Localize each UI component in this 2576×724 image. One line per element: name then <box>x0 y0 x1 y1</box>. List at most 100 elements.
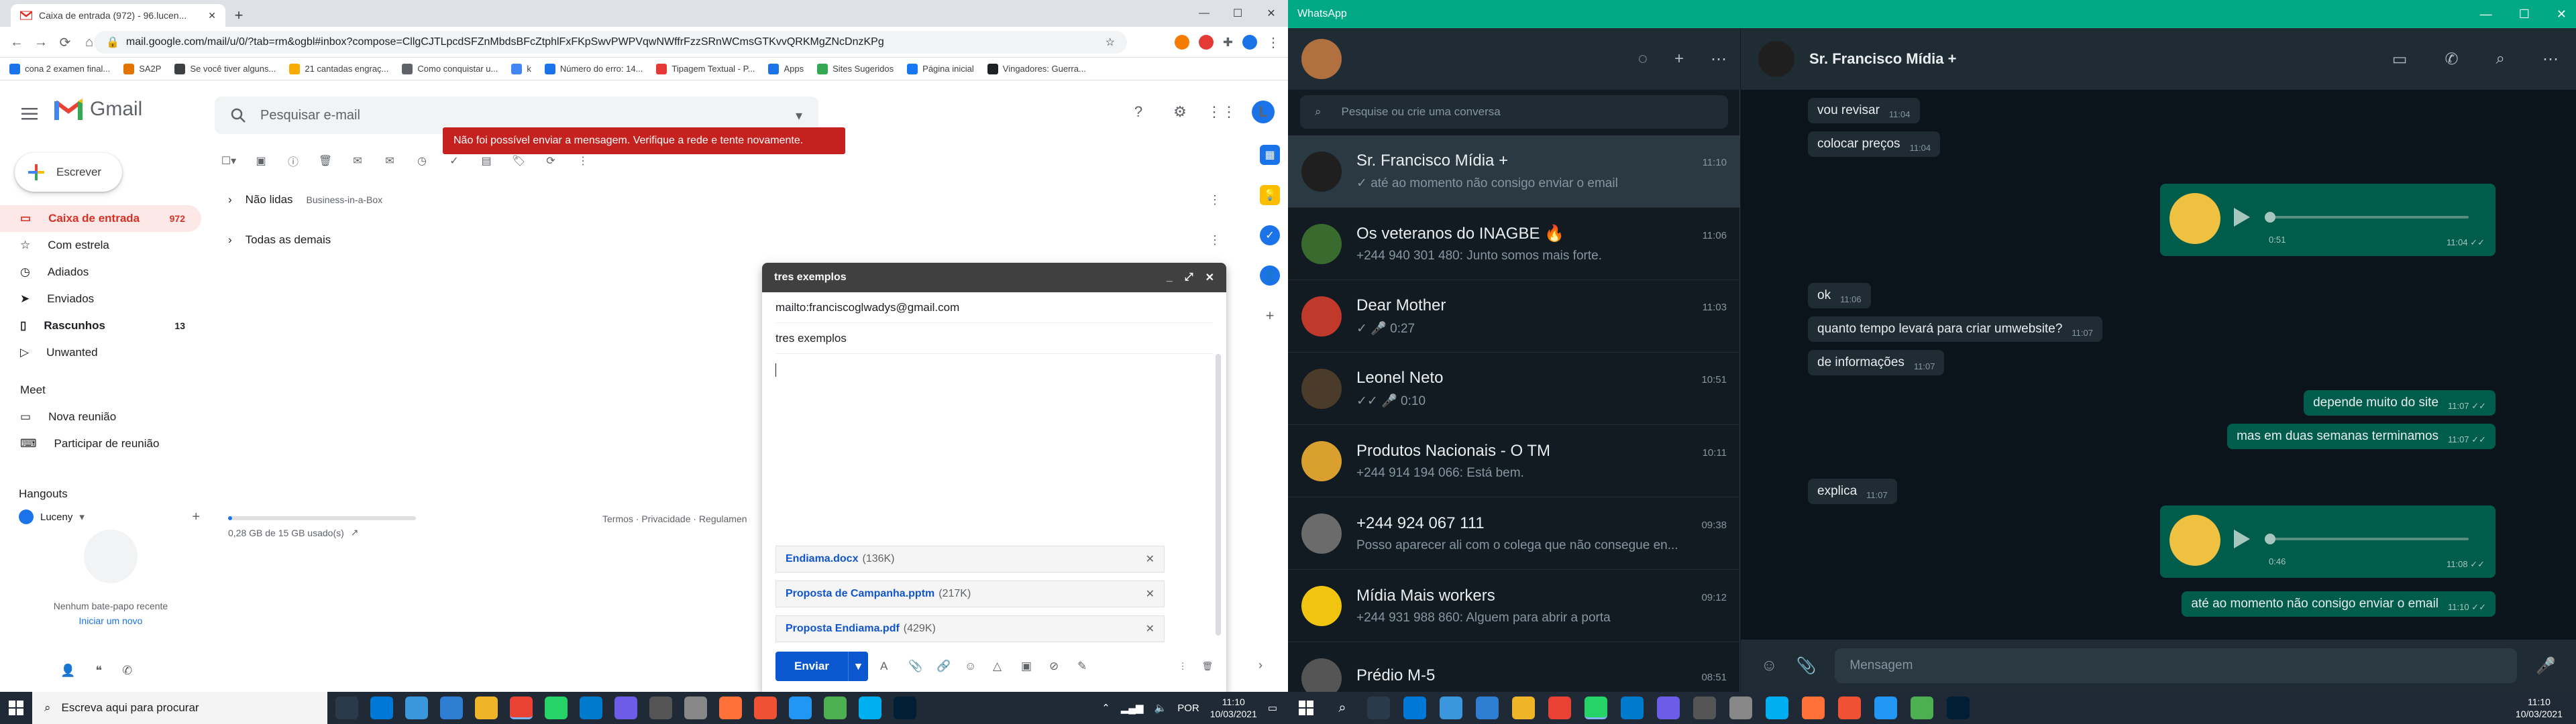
quote-icon[interactable]: ❝ <box>95 664 102 678</box>
my-avatar[interactable] <box>1301 39 1342 79</box>
close-window-icon[interactable]: ✕ <box>2557 7 2567 21</box>
play-icon[interactable] <box>2234 530 2250 548</box>
attachment-chip[interactable]: Endiama.docx (136K) ✕ <box>775 546 1165 572</box>
app-icon[interactable] <box>824 697 847 719</box>
contact-avatar[interactable] <box>1758 41 1794 77</box>
emoji-icon[interactable]: ☺ <box>965 660 981 673</box>
compose-header[interactable]: tres exemplos _ ⤢ ✕ <box>762 263 1226 292</box>
minimize-icon[interactable]: — <box>1187 7 1221 19</box>
search-icon[interactable] <box>231 108 246 123</box>
help-icon[interactable]: ? <box>1127 101 1150 123</box>
section-others[interactable]: › Todas as demais ⋮ <box>228 227 1221 253</box>
folder-item[interactable]: ➤ Enviados <box>0 286 201 312</box>
new-meeting-item[interactable]: ▭ Nova reunião <box>0 404 201 430</box>
attachment-chip[interactable]: Proposta Endiama.pdf (429K) ✕ <box>775 615 1165 642</box>
section-more-icon[interactable]: ⋮ <box>1209 233 1221 247</box>
tray-arrow-icon[interactable]: ⌃ <box>1102 702 1110 714</box>
search-options-icon[interactable]: ▾ <box>796 107 802 124</box>
bookmark-item[interactable]: Apps <box>768 63 804 74</box>
language-indicator[interactable]: POR <box>1177 703 1199 714</box>
voice-track[interactable] <box>2267 538 2469 540</box>
more-options-icon[interactable]: ⋮ <box>1178 661 1187 672</box>
chat-item[interactable]: Leonel Neto 10:51 ✓✓ 🎤 0:10 <box>1288 353 1740 425</box>
search-icon[interactable]: ⌕ <box>2496 50 2505 68</box>
chat-item[interactable]: Produtos Nacionais - O TM 10:11 +244 914 1… <box>1288 425 1740 497</box>
extension-icon[interactable] <box>1198 35 1214 50</box>
photo-icon[interactable]: ▣ <box>1021 660 1037 673</box>
account-avatar[interactable]: L <box>1252 101 1275 123</box>
select-checkbox-icon[interactable]: ☐▾ <box>221 154 236 168</box>
bookmark-item[interactable]: Vingadores: Guerra... <box>987 63 1086 74</box>
gmail-logo[interactable]: Gmail <box>54 98 142 121</box>
chrome-icon[interactable] <box>510 697 533 719</box>
puzzle-icon[interactable]: ✚ <box>1223 36 1233 50</box>
network-icon[interactable]: ▂▄▆ <box>1121 702 1144 714</box>
contacts-icon[interactable]: 👤 <box>1260 265 1280 286</box>
mark-unread-icon[interactable]: ✉ <box>382 154 397 168</box>
taskbar-clock[interactable]: 11:10 10/03/2021 <box>1210 696 1257 720</box>
chat-item[interactable]: Mídia Mais workers 09:12 +244 931 988 860:… <box>1288 570 1740 642</box>
attach-icon[interactable]: 📎 <box>1796 656 1817 676</box>
voice-call-icon[interactable]: ✆ <box>2445 50 2458 69</box>
formatting-icon[interactable]: A <box>880 660 896 673</box>
message-body[interactable] <box>775 363 1213 528</box>
search-icon[interactable]: ⌕ <box>1331 701 1354 716</box>
section-unread[interactable]: › Não lidas Business-in-a-Box ⋮ <box>228 186 1221 213</box>
back-icon[interactable]: ← <box>5 31 28 54</box>
photoshop-icon[interactable] <box>1947 697 1970 719</box>
add-task-icon[interactable]: ✓ <box>447 154 462 168</box>
attachment-name[interactable]: Proposta de Campanha.pptm <box>786 588 934 600</box>
voice-track[interactable] <box>2267 216 2469 219</box>
hangouts-user[interactable]: Luceny ▾ + <box>19 505 200 528</box>
app-icon[interactable] <box>684 697 707 719</box>
browser-tab[interactable]: Caixa de entrada (972) - 96.lucen... ✕ <box>11 4 225 27</box>
add-chat-icon[interactable]: + <box>192 509 200 525</box>
volume-icon[interactable]: 🔈 <box>1155 702 1167 714</box>
bookmark-item[interactable]: cona 2 examen final... <box>9 63 110 74</box>
discard-draft-icon[interactable]: 🗑 <box>1201 661 1213 672</box>
bookmark-item[interactable]: 21 cantadas engraç... <box>289 63 388 74</box>
url-box[interactable]: 🔒 mail.google.com/mail/u/0/?tab=rm&ogbl#… <box>94 31 1127 54</box>
bookmark-item[interactable]: Sites Sugeridos <box>817 63 894 74</box>
edge-icon[interactable] <box>370 697 393 719</box>
bookmark-item[interactable]: Página inicial <box>907 63 974 74</box>
windows-start-icon[interactable] <box>5 697 27 719</box>
app-icon[interactable] <box>1657 697 1680 719</box>
main-menu-icon[interactable] <box>16 101 43 127</box>
close-icon[interactable]: ✕ <box>1205 271 1214 284</box>
bookmark-item[interactable]: Se você tiver alguns... <box>174 63 276 74</box>
reload-icon[interactable]: ⟳ <box>54 31 76 54</box>
microphone-icon[interactable]: 🎤 <box>2536 656 2556 676</box>
more-icon[interactable]: ⋮ <box>576 154 590 168</box>
remove-attachment-icon[interactable]: ✕ <box>1146 622 1155 636</box>
chat-item[interactable]: Os veteranos do INAGBE 🔥 11:06 +244 940 30… <box>1288 208 1740 280</box>
signature-icon[interactable]: ✎ <box>1077 660 1093 673</box>
to-field[interactable]: mailto:franciscoglwadys@gmail.com <box>775 292 1213 323</box>
app-icon[interactable] <box>1874 697 1897 719</box>
edge-icon[interactable] <box>1403 697 1426 719</box>
footer-links[interactable]: Termos · Privacidade · Regulamen <box>602 514 747 524</box>
video-call-icon[interactable]: ▭ <box>2392 50 2408 69</box>
app-icon[interactable] <box>649 697 672 719</box>
start-new-link[interactable]: Iniciar um novo <box>27 615 195 626</box>
confidential-icon[interactable]: ⊘ <box>1049 660 1065 673</box>
chat-item[interactable]: Sr. Francisco Mídia + 11:10 ✓ até ao momen… <box>1288 135 1740 208</box>
mail-icon[interactable] <box>1476 697 1499 719</box>
windows-start-icon[interactable] <box>1295 701 1318 715</box>
git-icon[interactable] <box>754 697 777 719</box>
close-window-icon[interactable]: ✕ <box>1254 7 1288 20</box>
firefox-icon[interactable] <box>719 697 742 719</box>
bookmark-star-icon[interactable]: ☆ <box>1106 36 1115 49</box>
profile-icon[interactable] <box>1242 35 1257 50</box>
bookmark-item[interactable]: Como conquistar u... <box>402 63 498 74</box>
section-more-icon[interactable]: ⋮ <box>1209 193 1221 207</box>
folder-item[interactable]: ▷ Unwanted <box>0 339 201 366</box>
bookmark-item[interactable]: Tipagem Textual - P... <box>656 63 755 74</box>
app-icon[interactable] <box>1911 697 1933 719</box>
chrome-menu-icon[interactable]: ⋮ <box>1267 34 1280 51</box>
app-icon[interactable] <box>789 697 812 719</box>
menu-icon[interactable]: ⋯ <box>2542 50 2559 69</box>
forward-icon[interactable]: → <box>30 31 52 54</box>
keep-icon[interactable]: 💡 <box>1260 185 1280 205</box>
delete-icon[interactable]: 🗑 <box>318 154 333 168</box>
